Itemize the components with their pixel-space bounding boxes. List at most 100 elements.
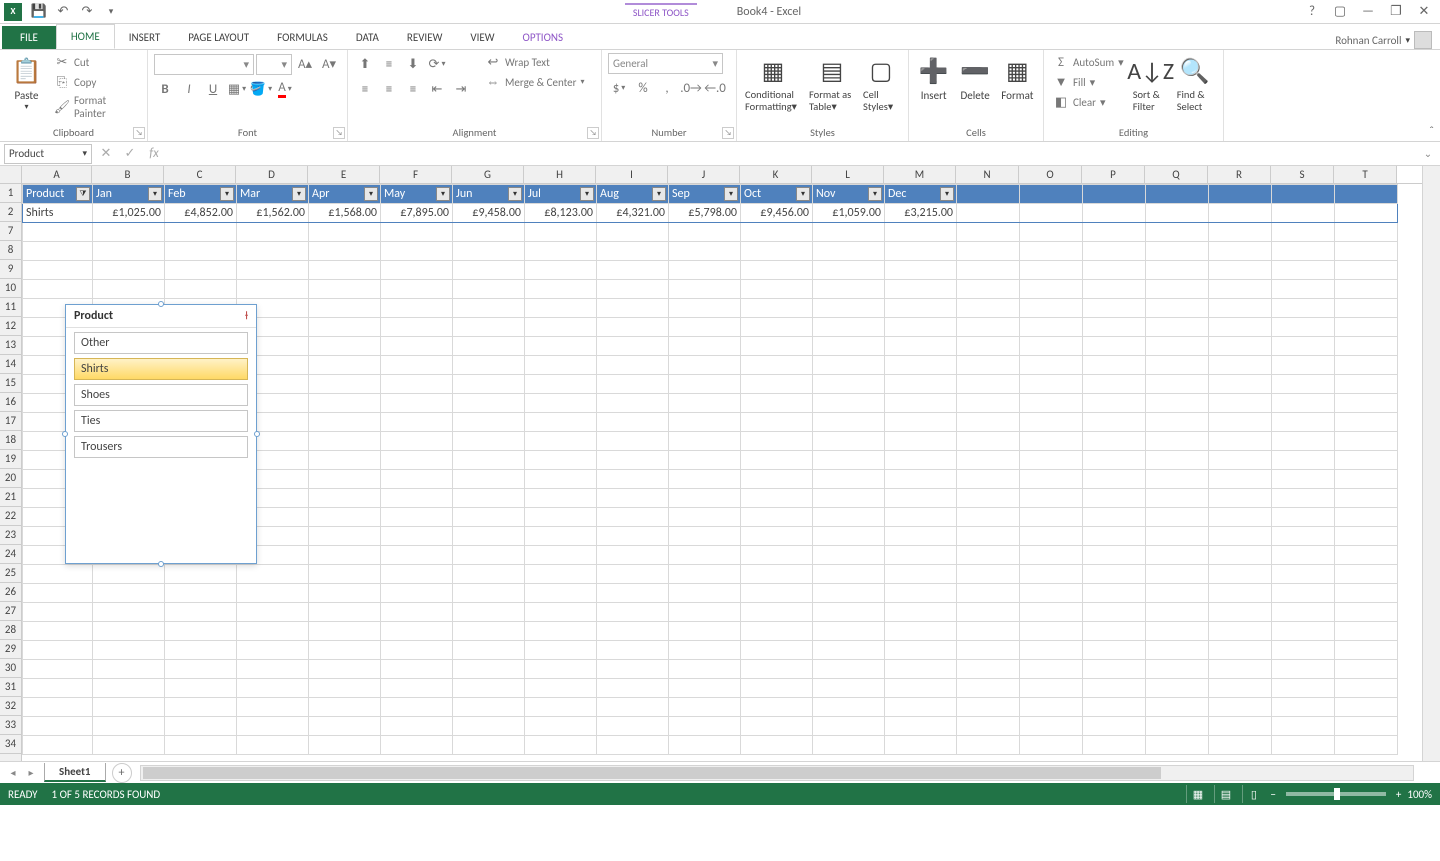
cell[interactable] bbox=[525, 394, 597, 413]
cell[interactable] bbox=[1209, 261, 1272, 280]
cell[interactable] bbox=[1335, 622, 1398, 641]
row-header-15[interactable]: 15 bbox=[0, 374, 21, 393]
format-button[interactable]: ▦Format bbox=[998, 53, 1037, 104]
bold-button[interactable]: B bbox=[154, 78, 176, 100]
row-header-19[interactable]: 19 bbox=[0, 450, 21, 469]
row-header-10[interactable]: 10 bbox=[0, 279, 21, 298]
row-header-22[interactable]: 22 bbox=[0, 507, 21, 526]
cell[interactable] bbox=[23, 565, 93, 584]
cell[interactable] bbox=[453, 394, 525, 413]
align-right-button[interactable]: ≡ bbox=[402, 78, 424, 100]
cell[interactable] bbox=[1272, 565, 1335, 584]
cell[interactable] bbox=[23, 717, 93, 736]
number-launcher[interactable]: ↘ bbox=[722, 127, 734, 139]
cell[interactable] bbox=[1272, 299, 1335, 318]
cell[interactable] bbox=[813, 299, 885, 318]
cell[interactable] bbox=[1272, 261, 1335, 280]
cell[interactable] bbox=[1020, 451, 1083, 470]
cell[interactable] bbox=[669, 698, 741, 717]
view-page-break-button[interactable]: ▯ bbox=[1242, 785, 1264, 803]
formula-input[interactable] bbox=[168, 144, 1416, 164]
cell[interactable] bbox=[813, 622, 885, 641]
cell[interactable] bbox=[309, 527, 381, 546]
cell[interactable] bbox=[23, 679, 93, 698]
filter-dropdown[interactable]: ▾ bbox=[724, 187, 738, 201]
cell[interactable] bbox=[453, 736, 525, 755]
row-header-9[interactable]: 9 bbox=[0, 260, 21, 279]
cell[interactable] bbox=[1083, 641, 1146, 660]
cell[interactable] bbox=[1146, 451, 1209, 470]
cell[interactable]: £8,123.00 bbox=[525, 204, 597, 223]
cell[interactable] bbox=[957, 356, 1020, 375]
cell[interactable] bbox=[1146, 242, 1209, 261]
cell[interactable] bbox=[669, 299, 741, 318]
cell[interactable] bbox=[93, 736, 165, 755]
cell[interactable]: Apr▾ bbox=[309, 185, 381, 204]
column-header-J[interactable]: J bbox=[668, 166, 740, 183]
cell[interactable] bbox=[1146, 470, 1209, 489]
cell[interactable] bbox=[1020, 717, 1083, 736]
cell[interactable] bbox=[669, 565, 741, 584]
cell[interactable] bbox=[1083, 432, 1146, 451]
cut-button[interactable]: ✂Cut bbox=[51, 53, 141, 71]
cell[interactable] bbox=[1272, 489, 1335, 508]
cell[interactable] bbox=[1146, 565, 1209, 584]
collapse-ribbon-button[interactable]: ˆ bbox=[1429, 125, 1434, 139]
cell[interactable]: £1,562.00 bbox=[237, 204, 309, 223]
cell[interactable] bbox=[597, 432, 669, 451]
cell[interactable] bbox=[237, 641, 309, 660]
cell[interactable] bbox=[669, 432, 741, 451]
cell[interactable] bbox=[741, 622, 813, 641]
cell[interactable] bbox=[453, 622, 525, 641]
cell[interactable] bbox=[525, 584, 597, 603]
cell[interactable] bbox=[1020, 489, 1083, 508]
cell[interactable] bbox=[1209, 470, 1272, 489]
cell[interactable] bbox=[1272, 679, 1335, 698]
cell[interactable] bbox=[957, 280, 1020, 299]
cell[interactable] bbox=[525, 356, 597, 375]
cell[interactable] bbox=[381, 698, 453, 717]
cell[interactable]: £1,059.00 bbox=[813, 204, 885, 223]
row-header-18[interactable]: 18 bbox=[0, 431, 21, 450]
cell[interactable] bbox=[957, 736, 1020, 755]
cell[interactable]: £5,798.00 bbox=[669, 204, 741, 223]
tab-data[interactable]: DATA bbox=[342, 26, 393, 49]
cell[interactable] bbox=[1209, 622, 1272, 641]
cell[interactable] bbox=[1146, 185, 1209, 204]
accounting-format-button[interactable]: $ bbox=[608, 77, 630, 99]
cell[interactable] bbox=[813, 717, 885, 736]
font-name-select[interactable] bbox=[154, 54, 254, 75]
cell[interactable] bbox=[741, 546, 813, 565]
cell[interactable] bbox=[1020, 318, 1083, 337]
cell[interactable] bbox=[1209, 736, 1272, 755]
cell[interactable] bbox=[381, 223, 453, 242]
cell[interactable] bbox=[597, 470, 669, 489]
cell[interactable] bbox=[309, 375, 381, 394]
cell[interactable] bbox=[165, 280, 237, 299]
column-header-L[interactable]: L bbox=[812, 166, 884, 183]
cell[interactable] bbox=[813, 470, 885, 489]
align-top-button[interactable]: ⬆ bbox=[354, 53, 376, 75]
cell[interactable] bbox=[1083, 394, 1146, 413]
cell[interactable] bbox=[165, 717, 237, 736]
row-header-16[interactable]: 16 bbox=[0, 393, 21, 412]
filter-dropdown[interactable]: ▾ bbox=[508, 187, 522, 201]
cell[interactable] bbox=[1335, 527, 1398, 546]
cell[interactable] bbox=[525, 736, 597, 755]
tab-options[interactable]: OPTIONS bbox=[509, 26, 578, 49]
cell[interactable] bbox=[813, 242, 885, 261]
cell[interactable] bbox=[813, 375, 885, 394]
cell[interactable] bbox=[93, 565, 165, 584]
cell[interactable] bbox=[93, 717, 165, 736]
cell[interactable] bbox=[381, 679, 453, 698]
cell[interactable] bbox=[525, 546, 597, 565]
column-header-N[interactable]: N bbox=[956, 166, 1019, 183]
cell[interactable] bbox=[309, 261, 381, 280]
cell[interactable] bbox=[669, 660, 741, 679]
slicer-resize-w[interactable] bbox=[62, 431, 68, 437]
cell[interactable] bbox=[1209, 280, 1272, 299]
cell[interactable]: Aug▾ bbox=[597, 185, 669, 204]
cell[interactable] bbox=[885, 223, 957, 242]
cell[interactable] bbox=[1020, 223, 1083, 242]
cell[interactable] bbox=[1146, 318, 1209, 337]
